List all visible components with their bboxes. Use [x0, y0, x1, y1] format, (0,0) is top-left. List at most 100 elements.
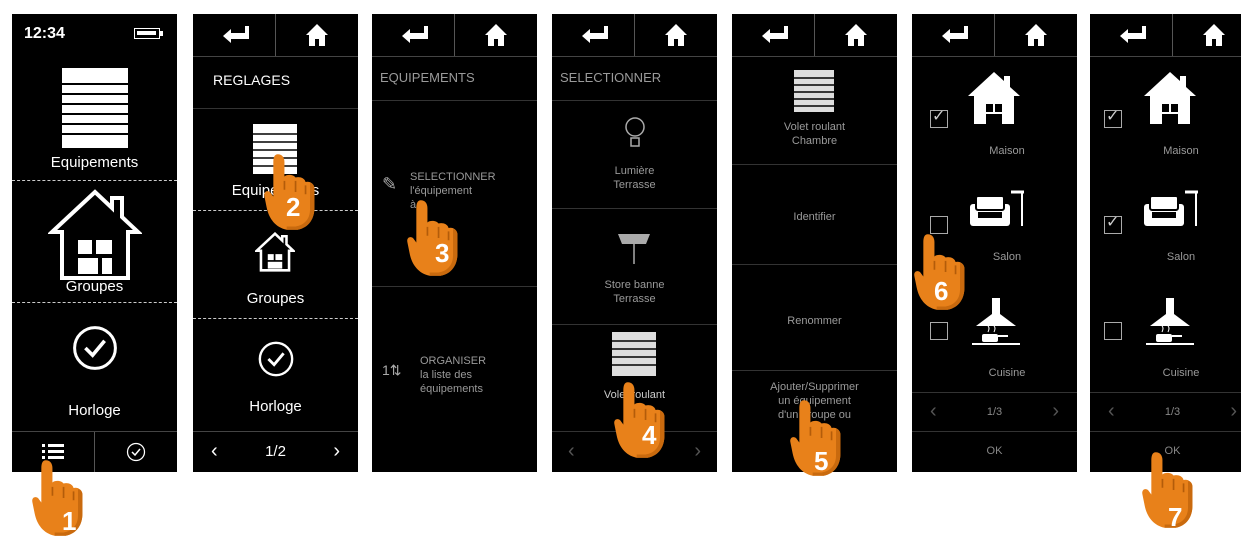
- divider: [372, 100, 537, 101]
- home-button[interactable]: [1173, 14, 1241, 56]
- screen-groups-confirm: ✓ Maison ✓ Salon Cuisine ‹ 1/3 › OK: [1090, 14, 1241, 472]
- device-label: Lumière Terrasse: [552, 164, 717, 192]
- sort-icon: 1⇅: [382, 362, 402, 378]
- divider: [552, 100, 717, 101]
- page-title: REGLAGES: [213, 72, 291, 88]
- home-icon: [485, 24, 507, 46]
- menu-item-equipements[interactable]: Equipements: [12, 54, 177, 180]
- page-title: SELECTIONNER: [560, 70, 662, 85]
- organize-line-3: équipements: [420, 383, 483, 395]
- check-circle-icon: [72, 325, 118, 371]
- menu-item-groupes[interactable]: Groupes: [12, 182, 177, 302]
- home-icon: [306, 24, 328, 46]
- back-button[interactable]: [552, 14, 635, 56]
- group-label: Cuisine: [1162, 367, 1200, 379]
- chevron-right-icon[interactable]: ›: [694, 440, 701, 463]
- divider: [12, 180, 177, 181]
- step-number: 3: [435, 238, 450, 268]
- addremove-line-1: Ajouter/Supprimer: [770, 381, 859, 393]
- organize-equipment-item[interactable]: 1⇅ ORGANISER la liste des équipements: [372, 350, 537, 410]
- divider: [732, 164, 897, 165]
- home-button[interactable]: [815, 14, 897, 56]
- chevron-left-icon[interactable]: ‹: [568, 440, 575, 463]
- divider: [912, 392, 1077, 393]
- menu-item-label: Equipements: [50, 154, 139, 171]
- roller-shutter-icon: [612, 332, 656, 376]
- light-bulb-icon: [625, 117, 645, 147]
- pointing-hand-icon: [613, 381, 666, 459]
- menu-item-horloge[interactable]: Horloge: [12, 304, 177, 432]
- battery-icon: [134, 28, 163, 39]
- home-button[interactable]: [276, 14, 358, 56]
- pager-bar: ‹ 1/3 ›: [912, 394, 1077, 432]
- group-row-cuisine[interactable]: Cuisine: [1090, 292, 1241, 392]
- back-button[interactable]: [193, 14, 276, 56]
- back-arrow-icon: [402, 26, 428, 43]
- check-circle-icon: [258, 341, 294, 377]
- sofa-icon: [968, 190, 1026, 228]
- group-label: Maison: [989, 145, 1025, 157]
- divider: [193, 318, 358, 319]
- home-icon: [845, 24, 867, 46]
- checkbox-checked[interactable]: ✓: [1104, 108, 1122, 128]
- screen-home: 12:34 Equipements Groupes Horloge: [12, 14, 177, 472]
- group-row-maison[interactable]: ✓ Maison: [1090, 64, 1241, 164]
- house-icon: [48, 189, 142, 280]
- back-arrow-icon: [762, 26, 788, 43]
- divider: [1090, 392, 1241, 393]
- menu-item-horloge[interactable]: Horloge: [193, 320, 358, 432]
- device-label: Store banne Terrasse: [552, 278, 717, 306]
- chevron-right-icon[interactable]: ›: [333, 440, 340, 463]
- top-bar: [193, 14, 358, 57]
- step-number: 1: [62, 506, 77, 536]
- group-row-maison[interactable]: ✓ Maison: [912, 64, 1077, 164]
- divider: [732, 264, 897, 265]
- checkbox-checked[interactable]: ✓: [930, 108, 948, 128]
- checkbox-checked[interactable]: ✓: [1104, 214, 1122, 234]
- step-number: 5: [814, 446, 829, 476]
- group-row-salon[interactable]: ✓ Salon: [1090, 174, 1241, 274]
- chevron-right-icon[interactable]: ›: [1052, 400, 1059, 423]
- home-button[interactable]: [995, 14, 1077, 56]
- pager-bar: ‹ 1/3 ›: [1090, 394, 1241, 432]
- check-circle-icon: [126, 442, 146, 462]
- menu-item-label: Horloge: [68, 402, 121, 419]
- checkbox-unchecked[interactable]: [930, 322, 948, 340]
- back-button[interactable]: [1090, 14, 1173, 56]
- screen-reglages: REGLAGES Equipements Groupes Horloge ‹ 1…: [193, 14, 358, 472]
- ok-button[interactable]: OK: [912, 445, 1077, 457]
- page-indicator: 1/3: [1164, 406, 1181, 418]
- divider: [372, 286, 537, 287]
- house-icon: [1144, 72, 1196, 124]
- kitchen-hood-icon: [1145, 297, 1195, 345]
- home-icon: [1025, 24, 1047, 46]
- home-button[interactable]: [455, 14, 537, 56]
- chevron-right-icon[interactable]: ›: [1230, 400, 1237, 423]
- divider: [552, 324, 717, 325]
- identify-option[interactable]: Identifier: [732, 210, 897, 224]
- checkbox-unchecked[interactable]: [1104, 322, 1122, 340]
- device-line-1: Volet roulant: [783, 121, 846, 133]
- organize-line-1: ORGANISER: [420, 355, 487, 367]
- back-arrow-icon: [582, 26, 608, 43]
- top-bar: [1090, 14, 1241, 57]
- device-line-2: Terrasse: [613, 179, 656, 191]
- back-button[interactable]: [732, 14, 815, 56]
- back-button[interactable]: [372, 14, 455, 56]
- roller-shutter-icon: [62, 68, 128, 148]
- home-button[interactable]: [635, 14, 717, 56]
- pointing-hand-icon: [406, 199, 459, 277]
- step-number: 4: [642, 420, 657, 450]
- pencil-icon: ✎: [382, 174, 398, 194]
- house-icon: [255, 232, 295, 272]
- group-label: Cuisine: [988, 367, 1026, 379]
- roller-shutter-icon: [794, 70, 834, 112]
- device-item-store-banne[interactable]: Store banne Terrasse: [552, 212, 717, 322]
- device-item-lumiere[interactable]: Lumière Terrasse: [552, 106, 717, 206]
- clock-button[interactable]: [95, 432, 177, 472]
- device-line-1: Store banne: [604, 279, 665, 291]
- top-bar: [552, 14, 717, 57]
- rename-option[interactable]: Renommer: [732, 314, 897, 328]
- organize-line-2: la liste des: [420, 369, 472, 381]
- back-button[interactable]: [912, 14, 995, 56]
